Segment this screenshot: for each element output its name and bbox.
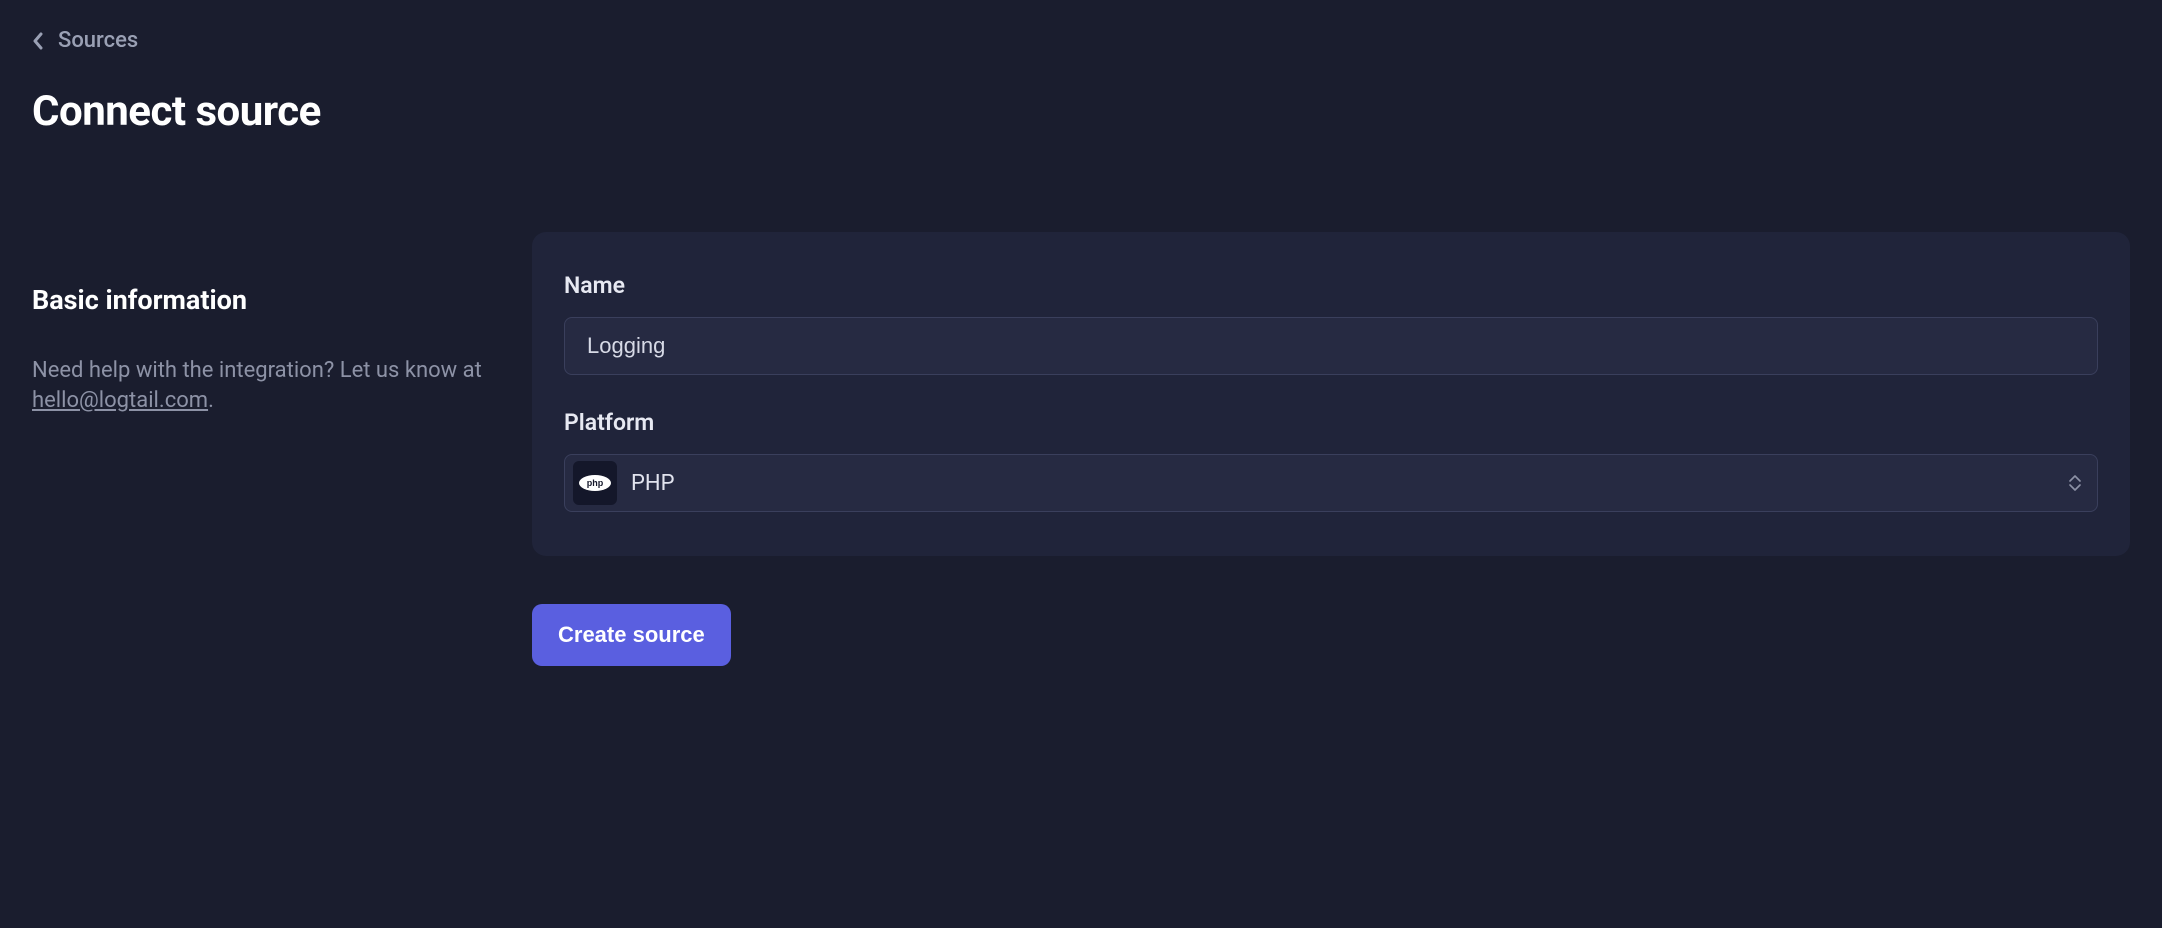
php-icon: php: [573, 461, 617, 505]
help-text-suffix: .: [208, 388, 214, 413]
help-email-link[interactable]: hello@logtail.com: [32, 388, 208, 413]
platform-value: PHP: [631, 471, 674, 496]
breadcrumb-back[interactable]: Sources: [32, 28, 138, 53]
platform-select[interactable]: php PHP: [564, 454, 2098, 512]
help-text: Need help with the integration? Let us k…: [32, 356, 492, 415]
help-text-prefix: Need help with the integration? Let us k…: [32, 358, 482, 383]
page-title: Connect source: [32, 87, 2130, 136]
section-heading: Basic information: [32, 284, 492, 316]
name-label: Name: [564, 272, 2098, 299]
chevron-left-icon: [32, 32, 44, 50]
select-arrows-icon: [2069, 475, 2081, 491]
create-source-button[interactable]: Create source: [532, 604, 731, 666]
svg-text:php: php: [587, 478, 604, 488]
platform-label: Platform: [564, 409, 2098, 436]
breadcrumb-label: Sources: [58, 28, 138, 53]
name-input[interactable]: [564, 317, 2098, 375]
form-card: Name Platform php PHP: [532, 232, 2130, 556]
